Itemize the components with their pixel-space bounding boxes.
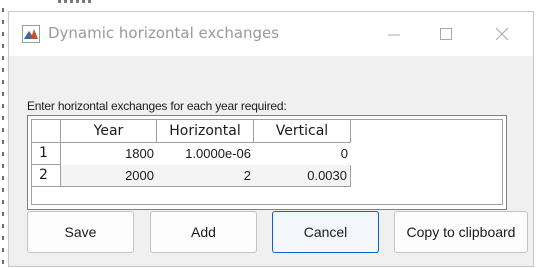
matlab-logo-icon [22,25,40,43]
cell-year[interactable]: 2000 [61,165,157,187]
table-grid: Year Horizontal Vertical 1 1800 1.0000e-… [31,119,503,205]
cell-vertical[interactable]: 0 [254,143,351,165]
exchanges-table[interactable]: Year Horizontal Vertical 1 1800 1.0000e-… [27,115,507,210]
instruction-label: Enter horizontal exchanges for each year… [27,99,287,113]
close-button[interactable] [479,12,525,56]
minimize-button[interactable] [371,12,417,56]
save-button[interactable]: Save [27,211,134,253]
close-icon [495,27,509,41]
maximize-button[interactable] [423,12,469,56]
copy-to-clipboard-button[interactable]: Copy to clipboard [394,211,528,253]
add-button[interactable]: Add [150,211,257,253]
title-bar[interactable]: Dynamic horizontal exchanges [9,12,533,56]
background-window-edge [2,8,4,266]
cancel-button[interactable]: Cancel [272,211,379,253]
cell-horizontal[interactable]: 1.0000e-06 [157,143,254,165]
minimize-icon [388,34,400,36]
table-corner-header [32,120,61,143]
column-header-year[interactable]: Year [61,120,157,143]
maximize-icon [440,28,452,40]
cell-vertical[interactable]: 0.0030 [254,165,351,187]
row-header-2[interactable]: 2 [32,165,61,187]
column-header-vertical[interactable]: Vertical [254,120,351,143]
cell-year[interactable]: 1800 [61,143,157,165]
column-header-horizontal[interactable]: Horizontal [157,120,254,143]
cell-horizontal[interactable]: 2 [157,165,254,187]
background-window-fragment [58,0,92,3]
row-header-1[interactable]: 1 [32,143,61,165]
window-title: Dynamic horizontal exchanges [48,24,280,42]
